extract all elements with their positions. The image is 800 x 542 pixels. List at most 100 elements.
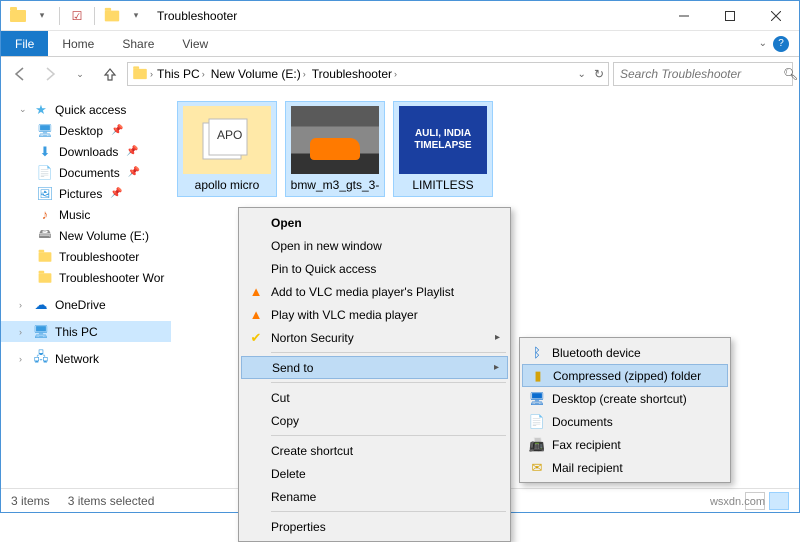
search-input[interactable]	[620, 67, 777, 81]
ctx-label: Pin to Quick access	[271, 262, 376, 276]
chevron-right-icon[interactable]: ›	[150, 69, 153, 79]
forward-button[interactable]	[37, 61, 63, 87]
nav-new-volume[interactable]: 🖴New Volume (E:)	[1, 225, 171, 246]
nav-label: Troubleshooter	[59, 250, 139, 264]
separator	[271, 352, 506, 353]
ctx-label: Cut	[271, 391, 290, 405]
ctx-norton[interactable]: ✔ Norton Security ▸	[241, 326, 508, 349]
ctx-send-to[interactable]: Send to▸	[241, 356, 508, 379]
search-box[interactable]: 🔍︎	[613, 62, 793, 86]
documents-icon: 📄	[37, 165, 53, 181]
window-title: Troubleshooter	[157, 9, 237, 23]
nav-documents[interactable]: 📄Documents📌	[1, 162, 171, 183]
file-item-image[interactable]: AULI, INDIA TIMELAPSE LIMITLESS	[393, 101, 493, 197]
ctx-label: Copy	[271, 414, 299, 428]
ctx-open[interactable]: Open	[241, 211, 508, 234]
nav-label: Troubleshooter Wor	[59, 271, 164, 285]
minimize-button[interactable]	[661, 1, 707, 31]
ctx-label: Open in new window	[271, 239, 382, 253]
properties-icon[interactable]: ☑	[66, 5, 88, 27]
search-icon[interactable]: 🔍︎	[783, 67, 798, 81]
separator	[271, 382, 506, 383]
ctx-rename[interactable]: Rename	[241, 485, 508, 508]
nav-onedrive[interactable]: ›☁OneDrive	[1, 294, 171, 315]
sendto-bluetooth[interactable]: ᛒ Bluetooth device	[522, 341, 728, 364]
ctx-label: Properties	[271, 520, 326, 534]
breadcrumb[interactable]: New Volume (E:) ›	[209, 67, 308, 81]
bluetooth-icon: ᛒ	[528, 344, 546, 362]
folder-icon	[7, 5, 29, 27]
recent-dropdown[interactable]: ⌄	[67, 61, 93, 87]
nav-label: Quick access	[55, 103, 126, 117]
address-dropdown-icon[interactable]: ⌄	[578, 69, 586, 80]
ctx-label: Desktop (create shortcut)	[552, 392, 687, 406]
address-bar-row: ⌄ › This PC › New Volume (E:) › Troubles…	[1, 57, 799, 91]
file-label: apollo micro	[182, 178, 272, 192]
nav-this-pc[interactable]: ›🖥This PC	[1, 321, 171, 342]
back-button[interactable]	[7, 61, 33, 87]
maximize-button[interactable]	[707, 1, 753, 31]
ctx-pin-quick-access[interactable]: Pin to Quick access	[241, 257, 508, 280]
image-thumbnail: AULI, INDIA TIMELAPSE	[399, 106, 487, 174]
nav-troubleshooter-wor[interactable]: Troubleshooter Wor	[1, 267, 171, 288]
ctx-properties[interactable]: Properties	[241, 515, 508, 538]
thumbnails-view-icon[interactable]	[769, 492, 789, 510]
nav-music[interactable]: ♪Music	[1, 204, 171, 225]
up-button[interactable]	[97, 61, 123, 87]
sendto-documents[interactable]: 📄Documents	[522, 410, 728, 433]
ribbon-tab-share[interactable]: Share	[108, 31, 168, 56]
nav-desktop[interactable]: 🖥Desktop📌	[1, 120, 171, 141]
close-button[interactable]	[753, 1, 799, 31]
folder-icon	[37, 249, 53, 265]
pin-icon: 📌	[110, 188, 122, 199]
file-item-image[interactable]: bmw_m3_gts_3-	[285, 101, 385, 197]
sendto-mail[interactable]: ✉Mail recipient	[522, 456, 728, 479]
breadcrumb[interactable]: Troubleshooter ›	[310, 67, 399, 81]
chevron-right-icon: ▸	[495, 332, 500, 343]
qat-dropdown-icon[interactable]: ▾	[31, 5, 53, 27]
drive-icon: 🖴	[37, 228, 53, 244]
ribbon-file-tab[interactable]: File	[1, 31, 48, 56]
ctx-copy[interactable]: Copy	[241, 409, 508, 432]
help-icon[interactable]: ?	[773, 36, 789, 52]
folder-icon	[37, 270, 53, 286]
ctx-label: Open	[271, 216, 302, 230]
address-bar[interactable]: › This PC › New Volume (E:) › Troublesho…	[127, 62, 609, 86]
norton-icon: ✔	[247, 329, 265, 347]
ctx-label: Norton Security	[271, 331, 354, 345]
nav-label: Music	[59, 208, 90, 222]
breadcrumb[interactable]: This PC ›	[155, 67, 207, 81]
nav-downloads[interactable]: ⬇Downloads📌	[1, 141, 171, 162]
refresh-icon[interactable]: ↻	[594, 67, 604, 81]
vlc-icon: ▲	[247, 306, 265, 324]
sendto-desktop[interactable]: 🖥Desktop (create shortcut)	[522, 387, 728, 410]
sendto-fax[interactable]: 📠Fax recipient	[522, 433, 728, 456]
ctx-create-shortcut[interactable]: Create shortcut	[241, 439, 508, 462]
nav-troubleshooter[interactable]: Troubleshooter	[1, 246, 171, 267]
ribbon-expand-icon[interactable]: ⌄	[759, 38, 767, 49]
ctx-delete[interactable]: Delete	[241, 462, 508, 485]
qat-overflow-icon[interactable]: ▾	[125, 5, 147, 27]
nav-quick-access[interactable]: ⌄ ★ Quick access	[1, 99, 171, 120]
navigation-pane[interactable]: ⌄ ★ Quick access 🖥Desktop📌 ⬇Downloads📌 📄…	[1, 91, 171, 488]
ctx-label: Compressed (zipped) folder	[553, 369, 701, 383]
expand-icon[interactable]: ⌄	[19, 104, 27, 115]
ribbon-tab-home[interactable]: Home	[48, 31, 108, 56]
nav-network[interactable]: ›🖧Network	[1, 348, 171, 369]
expand-icon[interactable]: ›	[19, 327, 27, 337]
folder-icon	[132, 66, 148, 82]
ctx-label: Bluetooth device	[552, 346, 641, 360]
nav-label: This PC	[55, 325, 98, 339]
nav-label: Pictures	[59, 187, 102, 201]
sendto-compressed-folder[interactable]: ▮Compressed (zipped) folder	[522, 364, 728, 387]
nav-pictures[interactable]: 🖼Pictures📌	[1, 183, 171, 204]
ctx-open-new-window[interactable]: Open in new window	[241, 234, 508, 257]
file-item-folder[interactable]: APO apollo micro	[177, 101, 277, 197]
ctx-cut[interactable]: Cut	[241, 386, 508, 409]
ctx-vlc-play[interactable]: ▲Play with VLC media player	[241, 303, 508, 326]
expand-icon[interactable]: ›	[19, 300, 27, 310]
ctx-vlc-playlist[interactable]: ▲Add to VLC media player's Playlist	[241, 280, 508, 303]
ribbon-tab-view[interactable]: View	[168, 31, 222, 56]
expand-icon[interactable]: ›	[19, 354, 27, 364]
cloud-icon: ☁	[33, 297, 49, 313]
